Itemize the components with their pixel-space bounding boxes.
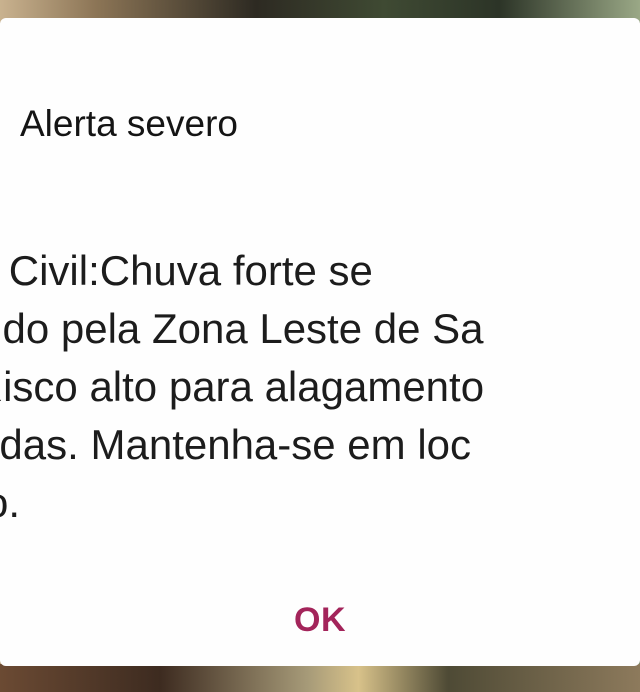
message-line: Paulo. Risco alto para alagamento <box>0 363 485 410</box>
alert-dialog: Alerta severo Defesa Civil:Chuva forte s… <box>0 18 640 666</box>
alert-message: Defesa Civil:Chuva forte se espalhando p… <box>0 242 640 532</box>
ok-button[interactable]: OK <box>280 588 360 652</box>
message-line: Defesa Civil:Chuva forte se <box>0 247 373 294</box>
background-photo-bottom <box>0 664 640 692</box>
message-line: espalhando pela Zona Leste de Sa <box>0 305 484 352</box>
message-line: e enxurradas. Mantenha-se em loc <box>0 421 472 468</box>
dialog-title: Alerta severo <box>20 103 238 144</box>
message-line: seguro. <box>0 479 21 526</box>
